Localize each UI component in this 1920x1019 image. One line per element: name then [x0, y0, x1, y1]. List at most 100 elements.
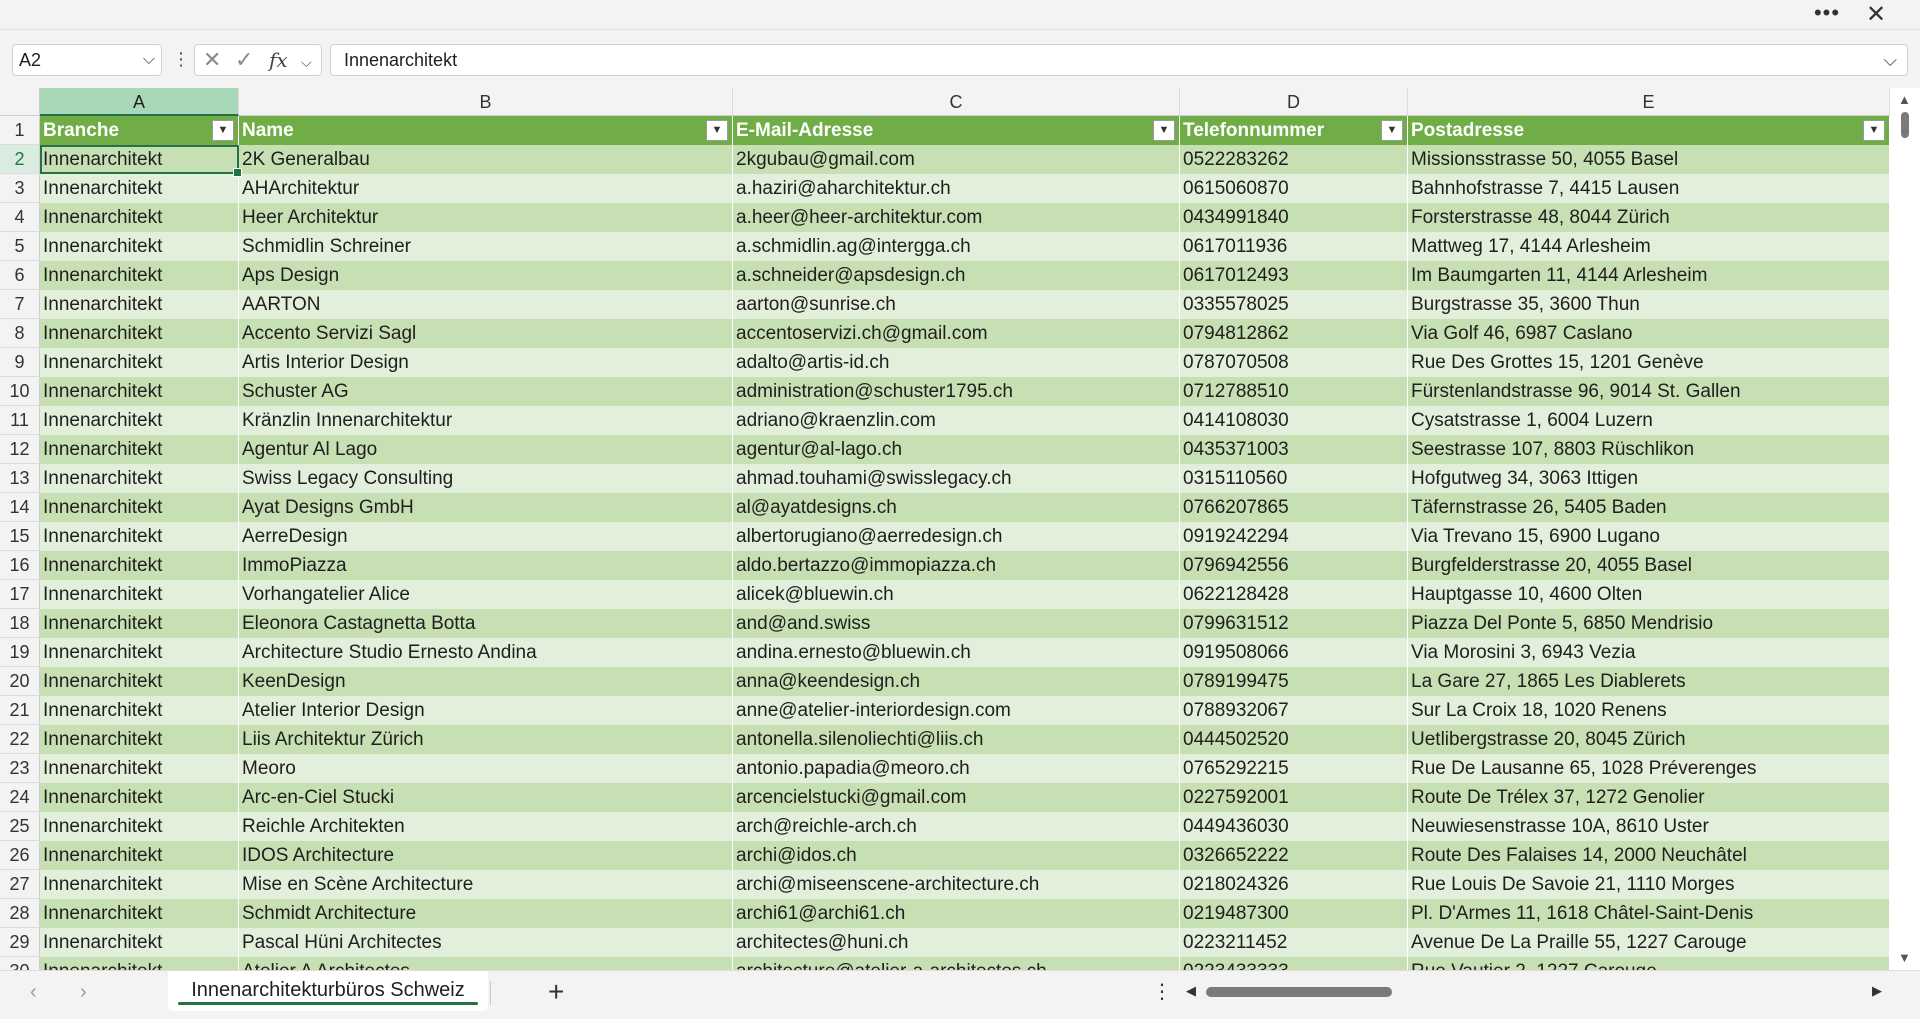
- table-cell[interactable]: Vorhangatelier Alice: [239, 580, 733, 609]
- spreadsheet-grid[interactable]: A B C D E 1 Branche ▼ Name ▼ E-Mail-Adresse ▼ Telefo…: [0, 88, 1890, 970]
- table-cell[interactable]: Innenarchitekt: [40, 493, 239, 522]
- table-cell[interactable]: Innenarchitekt: [40, 638, 239, 667]
- table-cell[interactable]: Reichle Architekten: [239, 812, 733, 841]
- table-cell[interactable]: 0789199475: [1180, 667, 1408, 696]
- table-cell[interactable]: architectes@huni.ch: [733, 928, 1180, 957]
- table-cell[interactable]: andina.ernesto@bluewin.ch: [733, 638, 1180, 667]
- table-cell[interactable]: agentur@al-lago.ch: [733, 435, 1180, 464]
- row-header[interactable]: 18: [0, 609, 40, 638]
- row-header[interactable]: 22: [0, 725, 40, 754]
- table-cell[interactable]: Schmidt Architecture: [239, 899, 733, 928]
- table-cell[interactable]: Innenarchitekt: [40, 725, 239, 754]
- table-cell[interactable]: 0794812862: [1180, 319, 1408, 348]
- table-cell[interactable]: Innenarchitekt: [40, 870, 239, 899]
- row-header[interactable]: 14: [0, 493, 40, 522]
- table-cell[interactable]: Rue Des Grottes 15, 1201 Genève: [1408, 348, 1890, 377]
- vertical-ellipsis-icon[interactable]: ⋮: [1152, 979, 1172, 1005]
- table-cell[interactable]: a.heer@heer-architektur.com: [733, 203, 1180, 232]
- table-cell[interactable]: ImmoPiazza: [239, 551, 733, 580]
- table-cell[interactable]: Arc-en-Ciel Stucki: [239, 783, 733, 812]
- table-cell[interactable]: 0434991840: [1180, 203, 1408, 232]
- table-cell[interactable]: aarton@sunrise.ch: [733, 290, 1180, 319]
- table-cell[interactable]: aldo.bertazzo@immopiazza.ch: [733, 551, 1180, 580]
- table-cell[interactable]: Fürstenlandstrasse 96, 9014 St. Gallen: [1408, 377, 1890, 406]
- table-cell[interactable]: AHArchitektur: [239, 174, 733, 203]
- table-cell[interactable]: ahmad.touhami@swisslegacy.ch: [733, 464, 1180, 493]
- table-cell[interactable]: arcencielstucki@gmail.com: [733, 783, 1180, 812]
- table-cell[interactable]: a.haziri@aharchitektur.ch: [733, 174, 1180, 203]
- table-cell[interactable]: 0223211452: [1180, 928, 1408, 957]
- enter-icon[interactable]: ✓: [235, 47, 253, 73]
- table-cell[interactable]: Innenarchitekt: [40, 406, 239, 435]
- table-cell[interactable]: Innenarchitekt: [40, 957, 239, 970]
- table-cell[interactable]: Eleonora Castagnetta Botta: [239, 609, 733, 638]
- table-cell[interactable]: 0615060870: [1180, 174, 1408, 203]
- table-cell[interactable]: al@ayatdesigns.ch: [733, 493, 1180, 522]
- scroll-left-icon[interactable]: ◀: [1186, 983, 1196, 999]
- table-cell[interactable]: La Gare 27, 1865 Les Diablerets: [1408, 667, 1890, 696]
- table-cell[interactable]: 0617011936: [1180, 232, 1408, 261]
- row-header[interactable]: 24: [0, 783, 40, 812]
- table-cell[interactable]: Route De Trélex 37, 1272 Genolier: [1408, 783, 1890, 812]
- table-cell[interactable]: Pl. D'Armes 11, 1618 Châtel-Saint-Denis: [1408, 899, 1890, 928]
- table-cell[interactable]: Rue De Lausanne 65, 1028 Préverenges: [1408, 754, 1890, 783]
- table-cell[interactable]: 2K Generalbau: [239, 145, 733, 174]
- row-header[interactable]: 15: [0, 522, 40, 551]
- row-header[interactable]: 28: [0, 899, 40, 928]
- row-header[interactable]: 26: [0, 841, 40, 870]
- table-cell[interactable]: Artis Interior Design: [239, 348, 733, 377]
- table-cell[interactable]: Cysatstrasse 1, 6004 Luzern: [1408, 406, 1890, 435]
- table-cell[interactable]: 0787070508: [1180, 348, 1408, 377]
- table-cell[interactable]: Atelier A Architectes: [239, 957, 733, 970]
- expand-formula-icon[interactable]: ⌵: [1883, 45, 1897, 75]
- table-cell[interactable]: Pascal Hüni Architectes: [239, 928, 733, 957]
- column-header-a[interactable]: A: [40, 88, 239, 116]
- table-cell[interactable]: Innenarchitekt: [40, 609, 239, 638]
- table-cell[interactable]: Uetlibergstrasse 20, 8045 Zürich: [1408, 725, 1890, 754]
- table-cell[interactable]: 0449436030: [1180, 812, 1408, 841]
- table-cell[interactable]: accentoservizi.ch@gmail.com: [733, 319, 1180, 348]
- row-header[interactable]: 9: [0, 348, 40, 377]
- row-header[interactable]: 12: [0, 435, 40, 464]
- function-icon[interactable]: fx: [269, 47, 288, 73]
- filter-dropdown-icon[interactable]: ▼: [1863, 120, 1885, 141]
- table-cell[interactable]: Innenarchitekt: [40, 377, 239, 406]
- row-header[interactable]: 5: [0, 232, 40, 261]
- row-header[interactable]: 3: [0, 174, 40, 203]
- formula-input[interactable]: Innenarchitekt ⌵: [330, 44, 1908, 76]
- table-cell[interactable]: 0766207865: [1180, 493, 1408, 522]
- filter-dropdown-icon[interactable]: ▼: [1153, 120, 1175, 141]
- table-header-cell[interactable]: Name ▼: [239, 116, 733, 145]
- table-cell[interactable]: 0326652222: [1180, 841, 1408, 870]
- select-all-corner[interactable]: [0, 88, 40, 116]
- table-cell[interactable]: Swiss Legacy Consulting: [239, 464, 733, 493]
- table-cell[interactable]: Missionsstrasse 50, 4055 Basel: [1408, 145, 1890, 174]
- table-cell[interactable]: Route Des Falaises 14, 2000 Neuchâtel: [1408, 841, 1890, 870]
- table-cell[interactable]: Innenarchitekt: [40, 348, 239, 377]
- column-header-c[interactable]: C: [733, 88, 1180, 116]
- table-cell[interactable]: Rue Vautier 2, 1227 Carouge: [1408, 957, 1890, 970]
- table-header-cell[interactable]: Postadresse ▼: [1408, 116, 1890, 145]
- column-header-b[interactable]: B: [239, 88, 733, 116]
- row-header[interactable]: 20: [0, 667, 40, 696]
- table-cell[interactable]: anne@atelier-interiordesign.com: [733, 696, 1180, 725]
- next-sheet-icon[interactable]: ›: [80, 981, 87, 1004]
- table-cell[interactable]: Innenarchitekt: [40, 261, 239, 290]
- table-cell[interactable]: Innenarchitekt: [40, 899, 239, 928]
- vertical-ellipsis-icon[interactable]: ⋮: [172, 48, 190, 70]
- table-cell[interactable]: AARTON: [239, 290, 733, 319]
- row-header[interactable]: 27: [0, 870, 40, 899]
- vertical-scroll-thumb[interactable]: [1901, 112, 1909, 138]
- row-header[interactable]: 17: [0, 580, 40, 609]
- chevron-down-icon[interactable]: ⌵: [143, 45, 155, 75]
- table-cell[interactable]: Im Baumgarten 11, 4144 Arlesheim: [1408, 261, 1890, 290]
- table-cell[interactable]: Innenarchitekt: [40, 841, 239, 870]
- table-cell[interactable]: Via Golf 46, 6987 Caslano: [1408, 319, 1890, 348]
- row-header[interactable]: 10: [0, 377, 40, 406]
- table-cell[interactable]: Innenarchitekt: [40, 667, 239, 696]
- row-header[interactable]: 13: [0, 464, 40, 493]
- table-cell[interactable]: alicek@bluewin.ch: [733, 580, 1180, 609]
- table-cell[interactable]: and@and.swiss: [733, 609, 1180, 638]
- table-cell[interactable]: 2kgubau@gmail.com: [733, 145, 1180, 174]
- table-cell[interactable]: 0919508066: [1180, 638, 1408, 667]
